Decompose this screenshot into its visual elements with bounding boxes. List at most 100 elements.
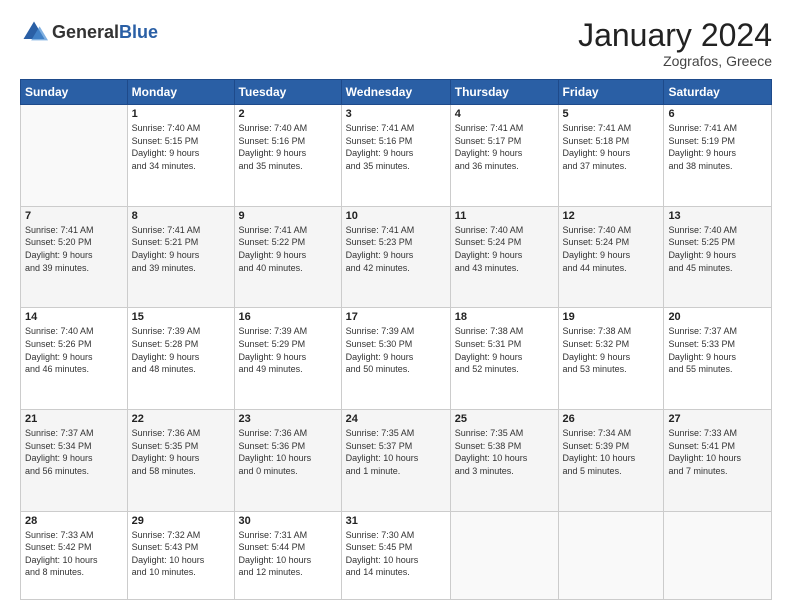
day-info: Sunrise: 7:39 AM Sunset: 5:29 PM Dayligh…: [239, 325, 337, 375]
table-row: 30 Sunrise: 7:31 AM Sunset: 5:44 PM Dayli…: [234, 511, 341, 599]
table-row: 17 Sunrise: 7:39 AM Sunset: 5:30 PM Dayli…: [341, 308, 450, 410]
day-info: Sunrise: 7:38 AM Sunset: 5:31 PM Dayligh…: [455, 325, 554, 375]
day-info: Sunrise: 7:39 AM Sunset: 5:28 PM Dayligh…: [132, 325, 230, 375]
day-number: 12: [563, 210, 660, 222]
header-saturday: Saturday: [664, 80, 772, 105]
day-number: 28: [25, 515, 123, 527]
logo-general: General: [52, 23, 119, 41]
header-monday: Monday: [127, 80, 234, 105]
table-row: 5 Sunrise: 7:41 AM Sunset: 5:18 PM Daylig…: [558, 105, 664, 207]
table-row: 20 Sunrise: 7:37 AM Sunset: 5:33 PM Dayli…: [664, 308, 772, 410]
day-info: Sunrise: 7:41 AM Sunset: 5:23 PM Dayligh…: [346, 224, 446, 274]
header-friday: Friday: [558, 80, 664, 105]
table-row: 3 Sunrise: 7:41 AM Sunset: 5:16 PM Daylig…: [341, 105, 450, 207]
day-number: 29: [132, 515, 230, 527]
table-row: 31 Sunrise: 7:30 AM Sunset: 5:45 PM Dayli…: [341, 511, 450, 599]
day-info: Sunrise: 7:41 AM Sunset: 5:17 PM Dayligh…: [455, 122, 554, 172]
day-info: Sunrise: 7:35 AM Sunset: 5:38 PM Dayligh…: [455, 427, 554, 477]
day-info: Sunrise: 7:30 AM Sunset: 5:45 PM Dayligh…: [346, 529, 446, 579]
day-info: Sunrise: 7:35 AM Sunset: 5:37 PM Dayligh…: [346, 427, 446, 477]
logo-blue: Blue: [119, 23, 158, 41]
table-row: 2Sunrise: 7:40 AM Sunset: 5:16 PM Daylig…: [234, 105, 341, 207]
day-info: Sunrise: 7:38 AM Sunset: 5:32 PM Dayligh…: [563, 325, 660, 375]
table-row: 23Sunrise: 7:36 AM Sunset: 5:36 PM Dayli…: [234, 409, 341, 511]
weekday-header-row: Sunday Monday Tuesday Wednesday Thursday…: [21, 80, 772, 105]
day-number: 24: [346, 413, 446, 425]
day-info: Sunrise: 7:32 AM Sunset: 5:43 PM Dayligh…: [132, 529, 230, 579]
day-number: 20: [668, 311, 767, 323]
day-number: 17: [346, 311, 446, 323]
table-row: 24 Sunrise: 7:35 AM Sunset: 5:37 PM Dayli…: [341, 409, 450, 511]
day-number: 15: [132, 311, 230, 323]
location: Zografos, Greece: [578, 53, 772, 69]
table-row: 26 Sunrise: 7:34 AM Sunset: 5:39 PM Dayli…: [558, 409, 664, 511]
day-info: Sunrise: 7:41 AM Sunset: 5:16 PM Dayligh…: [346, 122, 446, 172]
day-number: 16: [239, 311, 337, 323]
logo: General Blue: [20, 18, 158, 46]
day-number: 21: [25, 413, 123, 425]
table-row: 14Sunrise: 7:40 AM Sunset: 5:26 PM Dayli…: [21, 308, 128, 410]
logo-icon: [20, 18, 48, 46]
day-number: 30: [239, 515, 337, 527]
day-number: 14: [25, 311, 123, 323]
day-info: Sunrise: 7:31 AM Sunset: 5:44 PM Dayligh…: [239, 529, 337, 579]
table-row: 10 Sunrise: 7:41 AM Sunset: 5:23 PM Dayli…: [341, 206, 450, 308]
day-number: 4: [455, 108, 554, 120]
day-number: 22: [132, 413, 230, 425]
table-row: 13 Sunrise: 7:40 AM Sunset: 5:25 PM Dayli…: [664, 206, 772, 308]
title-block: January 2024 Zografos, Greece: [578, 18, 772, 69]
day-info: Sunrise: 7:41 AM Sunset: 5:19 PM Dayligh…: [668, 122, 767, 172]
table-row: 21Sunrise: 7:37 AM Sunset: 5:34 PM Dayli…: [21, 409, 128, 511]
day-info: Sunrise: 7:37 AM Sunset: 5:33 PM Dayligh…: [668, 325, 767, 375]
day-number: 10: [346, 210, 446, 222]
header: General Blue January 2024 Zografos, Gree…: [20, 18, 772, 69]
table-row: 25Sunrise: 7:35 AM Sunset: 5:38 PM Dayli…: [450, 409, 558, 511]
header-sunday: Sunday: [21, 80, 128, 105]
day-number: 7: [25, 210, 123, 222]
day-number: 11: [455, 210, 554, 222]
table-row: 12 Sunrise: 7:40 AM Sunset: 5:24 PM Dayli…: [558, 206, 664, 308]
calendar-table: Sunday Monday Tuesday Wednesday Thursday…: [20, 79, 772, 600]
table-row: 29 Sunrise: 7:32 AM Sunset: 5:43 PM Dayli…: [127, 511, 234, 599]
table-row: 18 Sunrise: 7:38 AM Sunset: 5:31 PM Dayli…: [450, 308, 558, 410]
month-title: January 2024: [578, 18, 772, 53]
day-number: 18: [455, 311, 554, 323]
day-number: 6: [668, 108, 767, 120]
day-number: 9: [239, 210, 337, 222]
day-number: 19: [563, 311, 660, 323]
day-info: Sunrise: 7:40 AM Sunset: 5:25 PM Dayligh…: [668, 224, 767, 274]
day-info: Sunrise: 7:40 AM Sunset: 5:15 PM Dayligh…: [132, 122, 230, 172]
day-number: 13: [668, 210, 767, 222]
day-number: 3: [346, 108, 446, 120]
day-number: 31: [346, 515, 446, 527]
table-row: 8Sunrise: 7:41 AM Sunset: 5:21 PM Daylig…: [127, 206, 234, 308]
day-number: 26: [563, 413, 660, 425]
day-info: Sunrise: 7:40 AM Sunset: 5:24 PM Dayligh…: [455, 224, 554, 274]
header-tuesday: Tuesday: [234, 80, 341, 105]
day-number: 5: [563, 108, 660, 120]
table-row: [21, 105, 128, 207]
day-number: 27: [668, 413, 767, 425]
table-row: 15 Sunrise: 7:39 AM Sunset: 5:28 PM Dayli…: [127, 308, 234, 410]
day-info: Sunrise: 7:33 AM Sunset: 5:42 PM Dayligh…: [25, 529, 123, 579]
table-row: [664, 511, 772, 599]
day-info: Sunrise: 7:40 AM Sunset: 5:24 PM Dayligh…: [563, 224, 660, 274]
day-info: Sunrise: 7:41 AM Sunset: 5:22 PM Dayligh…: [239, 224, 337, 274]
table-row: 1Sunrise: 7:40 AM Sunset: 5:15 PM Daylig…: [127, 105, 234, 207]
day-info: Sunrise: 7:33 AM Sunset: 5:41 PM Dayligh…: [668, 427, 767, 477]
table-row: 27 Sunrise: 7:33 AM Sunset: 5:41 PM Dayli…: [664, 409, 772, 511]
header-wednesday: Wednesday: [341, 80, 450, 105]
table-row: 7 Sunrise: 7:41 AM Sunset: 5:20 PM Daylig…: [21, 206, 128, 308]
day-info: Sunrise: 7:40 AM Sunset: 5:16 PM Dayligh…: [239, 122, 337, 172]
table-row: [558, 511, 664, 599]
table-row: 16 Sunrise: 7:39 AM Sunset: 5:29 PM Dayli…: [234, 308, 341, 410]
page: General Blue January 2024 Zografos, Gree…: [0, 0, 792, 612]
day-info: Sunrise: 7:41 AM Sunset: 5:18 PM Dayligh…: [563, 122, 660, 172]
table-row: 22 Sunrise: 7:36 AM Sunset: 5:35 PM Dayli…: [127, 409, 234, 511]
day-info: Sunrise: 7:41 AM Sunset: 5:20 PM Dayligh…: [25, 224, 123, 274]
day-info: Sunrise: 7:34 AM Sunset: 5:39 PM Dayligh…: [563, 427, 660, 477]
day-info: Sunrise: 7:39 AM Sunset: 5:30 PM Dayligh…: [346, 325, 446, 375]
table-row: 9 Sunrise: 7:41 AM Sunset: 5:22 PM Daylig…: [234, 206, 341, 308]
day-info: Sunrise: 7:36 AM Sunset: 5:35 PM Dayligh…: [132, 427, 230, 477]
table-row: 4 Sunrise: 7:41 AM Sunset: 5:17 PM Daylig…: [450, 105, 558, 207]
